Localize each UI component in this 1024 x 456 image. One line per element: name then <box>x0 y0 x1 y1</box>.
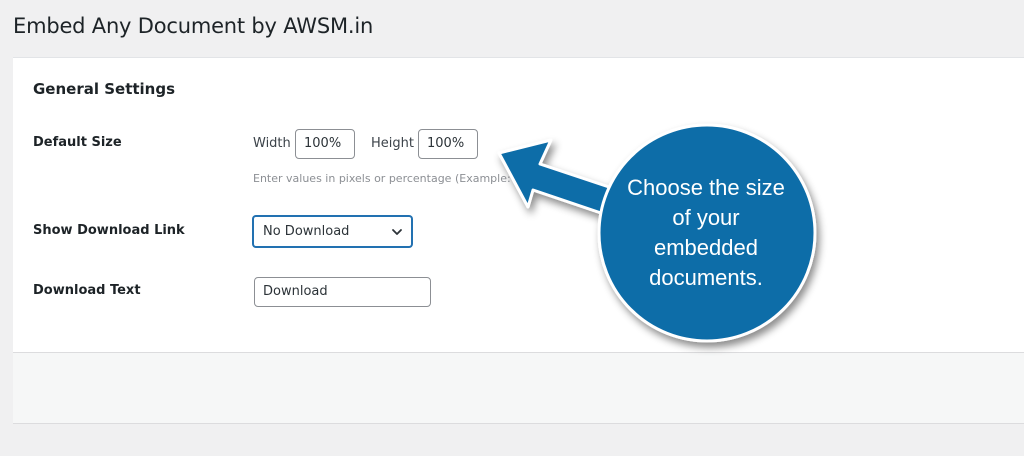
callout-line: Choose the size <box>627 175 785 200</box>
height-label: Height <box>371 136 414 151</box>
settings-panel-footer <box>13 352 1024 424</box>
download-text-label: Download Text <box>33 283 141 298</box>
height-input[interactable]: 100% <box>418 129 478 159</box>
show-download-link-label: Show Download Link <box>33 223 185 238</box>
settings-panel <box>13 57 1024 353</box>
callout-line: embedded <box>654 235 758 260</box>
callout-line: documents. <box>649 265 763 290</box>
download-link-select[interactable]: No Download <box>253 216 412 247</box>
download-text-input[interactable]: Download <box>254 277 431 307</box>
width-input[interactable]: 100% <box>295 129 355 159</box>
chevron-down-icon <box>392 229 402 235</box>
width-label: Width <box>253 136 291 151</box>
callout-line: of your <box>672 205 740 230</box>
size-hint-text: Enter values in pixels or percentage (Ex… <box>253 172 511 185</box>
callout-text: Choose the size of your embedded documen… <box>612 173 800 293</box>
page-title: Embed Any Document by AWSM.in <box>13 14 374 38</box>
default-size-label: Default Size <box>33 135 122 150</box>
download-link-selected-value: No Download <box>263 224 350 239</box>
section-title: General Settings <box>33 80 176 98</box>
